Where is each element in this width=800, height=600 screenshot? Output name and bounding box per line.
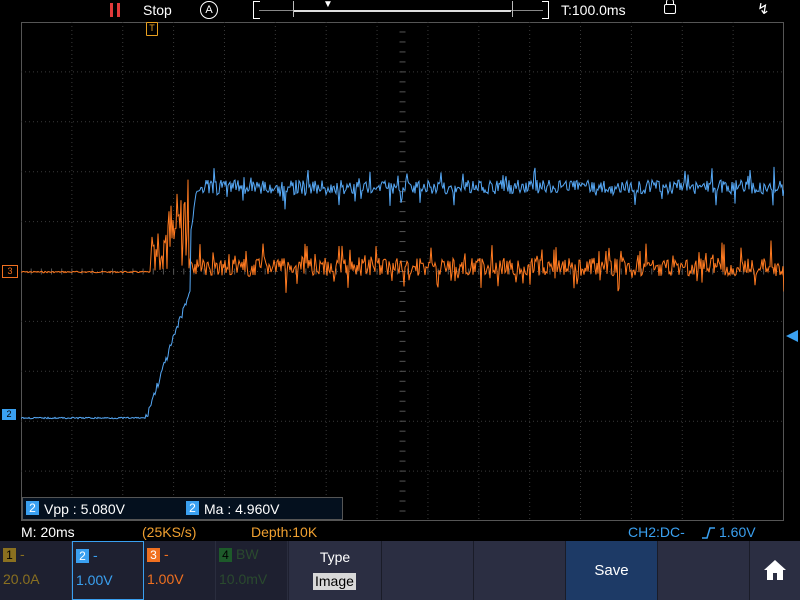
type-menu-button[interactable]: Type Image xyxy=(289,541,382,600)
timebase-scale: M: 20ms xyxy=(21,524,75,540)
ch2-scale: 1.00V xyxy=(76,572,113,588)
type-value: Image xyxy=(313,573,356,590)
ch2-button[interactable]: 2 - 1.00V xyxy=(72,541,144,600)
ch4-label: BW xyxy=(236,546,259,562)
ch4-number-chip: 4 xyxy=(219,548,232,562)
trigger-level: 1.60V xyxy=(719,524,756,540)
save-button[interactable]: Save xyxy=(566,541,658,600)
lock-icon xyxy=(664,0,676,14)
sample-rate: (25KS/s) xyxy=(142,524,197,540)
trigger-level-marker[interactable] xyxy=(786,330,798,342)
measurement-channel-chip: 2 xyxy=(26,501,39,515)
memory-position-bar: ▼ xyxy=(253,0,549,19)
ch3-button[interactable]: 3 - 1.00V xyxy=(144,541,216,600)
home-button[interactable] xyxy=(750,541,800,600)
ch1-label: - xyxy=(20,546,25,562)
ch3-offset-marker[interactable]: 3 xyxy=(2,265,18,278)
ch3-label: - xyxy=(164,546,169,562)
measurement-channel-chip: 2 xyxy=(186,501,199,515)
save-label: Save xyxy=(594,562,629,579)
ch4-scale: 10.0mV xyxy=(219,571,268,587)
trigger-source: CH2:DC- xyxy=(628,524,685,540)
ch3-scale: 1.00V xyxy=(147,571,184,587)
ch1-scale: 20.0A xyxy=(3,571,40,587)
menu-slot-empty-1[interactable] xyxy=(382,541,474,600)
acquisition-status-line: M: 20ms (25KS/s) Depth:10K CH2:DC- 1.60V xyxy=(0,523,800,541)
usb-icon: ↯ xyxy=(757,1,770,18)
measurement-mean-text: Ma : 4.960V xyxy=(204,501,280,517)
rising-edge-icon xyxy=(702,527,715,539)
ch4-button[interactable]: 4 BW 10.0mV xyxy=(216,541,288,600)
top-status-bar: Stop A ▼ T:100.0ms ↯ xyxy=(0,0,800,22)
ch2-offset-marker[interactable]: 2 xyxy=(2,409,16,420)
auto-trigger-icon[interactable]: A xyxy=(200,1,218,19)
run-state-label[interactable]: Stop xyxy=(143,2,172,18)
menu-slot-empty-2[interactable] xyxy=(474,541,566,600)
ch3-number-chip: 3 xyxy=(147,548,160,562)
pause-bars-icon xyxy=(108,3,122,18)
trigger-position-icon: ▼ xyxy=(323,0,333,10)
type-label: Type xyxy=(319,549,351,565)
home-icon xyxy=(764,560,786,580)
bottom-menu: 1 - 20.0A 2 - 1.00V 3 - 1.00V 4 BW 10.0m… xyxy=(0,541,800,600)
memory-depth: Depth:10K xyxy=(251,524,318,540)
ch2-waveform xyxy=(21,166,784,420)
waveform-traces xyxy=(21,166,784,420)
ch1-number-chip: 1 xyxy=(3,548,16,562)
ch2-number-chip: 2 xyxy=(76,549,89,563)
timebase-position: T:100.0ms xyxy=(561,2,626,18)
measurement-vpp-text: Vpp : 5.080V xyxy=(44,501,125,517)
menu-slot-empty-3[interactable] xyxy=(658,541,750,600)
ch2-label: - xyxy=(93,547,98,563)
measurement-mean: 2 Ma : 4.960V xyxy=(186,501,280,517)
trigger-position-marker[interactable]: T xyxy=(146,22,158,36)
measurement-panel: 2 Vpp : 5.080V 2 Ma : 4.960V xyxy=(22,497,343,520)
measurement-vpp: 2 Vpp : 5.080V xyxy=(26,501,125,517)
ch1-button[interactable]: 1 - 20.0A xyxy=(0,541,72,600)
waveform-display[interactable] xyxy=(21,22,784,521)
